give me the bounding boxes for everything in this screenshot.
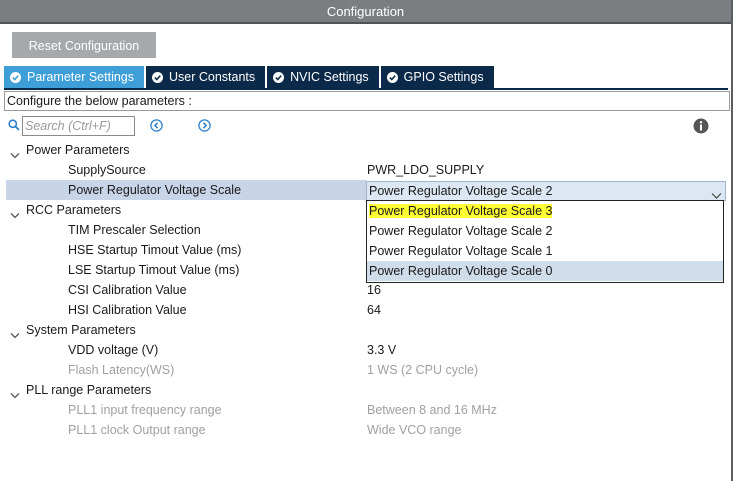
check-circle-icon (273, 71, 285, 83)
param-label: TIM Prescaler Selection (68, 223, 201, 237)
param-label: PLL1 clock Output range (68, 423, 206, 437)
group-label: RCC Parameters (26, 203, 122, 217)
param-row-vdd-voltage[interactable]: VDD voltage (V) 3.3 V (4, 340, 728, 360)
group-label: System Parameters (26, 323, 136, 337)
configure-hint: Configure the below parameters : (4, 91, 730, 111)
info-icon[interactable] (693, 118, 709, 137)
param-row-pll1-output: PLL1 clock Output range Wide VCO range (4, 420, 728, 440)
search-input[interactable] (22, 116, 135, 136)
param-label: LSE Startup Timout Value (ms) (68, 263, 240, 277)
tab-bar: Parameter Settings User Constants NVIC S… (4, 66, 496, 88)
param-label: HSE Startup Timout Value (ms) (68, 243, 242, 257)
voltage-scale-dropdown: Power Regulator Voltage Scale 3 Power Re… (366, 200, 724, 283)
select-value: Power Regulator Voltage Scale 2 (369, 184, 553, 198)
check-circle-icon (386, 71, 398, 83)
dropdown-option-scale-3[interactable]: Power Regulator Voltage Scale 3 (367, 201, 723, 221)
group-system-parameters[interactable]: System Parameters (4, 320, 728, 340)
tab-parameter-settings[interactable]: Parameter Settings (4, 66, 144, 88)
param-label: VDD voltage (V) (68, 343, 159, 357)
param-label: PLL1 input frequency range (68, 403, 222, 417)
param-value: 1 WS (2 CPU cycle) (367, 363, 479, 377)
group-label: PLL range Parameters (26, 383, 152, 397)
option-label: Power Regulator Voltage Scale 1 (369, 244, 553, 258)
param-label: CSI Calibration Value (68, 283, 187, 297)
param-label: Flash Latency(WS) (68, 363, 175, 377)
check-circle-icon (152, 71, 163, 83)
tab-underline (4, 88, 728, 90)
tab-label: NVIC Settings (290, 70, 369, 84)
param-row-hsi-calibration[interactable]: HSI Calibration Value 64 (4, 300, 728, 320)
next-result-icon[interactable] (198, 119, 211, 135)
dropdown-option-scale-2[interactable]: Power Regulator Voltage Scale 2 (367, 221, 723, 241)
tab-label: User Constants (169, 70, 256, 84)
param-label: Power Regulator Voltage Scale (68, 183, 242, 197)
option-label: Power Regulator Voltage Scale 0 (369, 264, 553, 278)
param-row-pll1-input: PLL1 input frequency range Between 8 and… (4, 400, 728, 420)
panel-border (731, 0, 733, 481)
param-row-flash-latency: Flash Latency(WS) 1 WS (2 CPU cycle) (4, 360, 728, 380)
tab-label: GPIO Settings (403, 70, 484, 84)
param-value: PWR_LDO_SUPPLY (367, 163, 485, 177)
tab-label: Parameter Settings (27, 70, 134, 84)
tab-gpio-settings[interactable]: GPIO Settings (380, 66, 494, 88)
param-value: Wide VCO range (367, 423, 462, 437)
title-divider (0, 22, 731, 24)
param-row-csi-calibration[interactable]: CSI Calibration Value 16 (4, 280, 728, 300)
previous-result-icon[interactable] (150, 119, 163, 135)
param-value: 3.3 V (367, 343, 397, 357)
dropdown-option-scale-0[interactable]: Power Regulator Voltage Scale 0 (367, 261, 723, 281)
option-label: Power Regulator Voltage Scale 3 (369, 204, 553, 218)
param-value: 16 (367, 283, 381, 297)
group-pll-range-parameters[interactable]: PLL range Parameters (4, 380, 728, 400)
search-icon (8, 119, 20, 134)
param-value: Between 8 and 16 MHz (367, 403, 497, 417)
voltage-scale-select[interactable]: Power Regulator Voltage Scale 2 (366, 181, 726, 201)
tab-user-constants[interactable]: User Constants (146, 66, 266, 88)
option-label: Power Regulator Voltage Scale 2 (369, 224, 553, 238)
reset-configuration-button[interactable]: Reset Configuration (12, 32, 156, 58)
param-label: HSI Calibration Value (68, 303, 187, 317)
param-row-supply-source[interactable]: SupplySource PWR_LDO_SUPPLY (4, 160, 728, 180)
check-circle-icon (10, 71, 21, 83)
group-label: Power Parameters (26, 143, 130, 157)
param-row-voltage-scale[interactable]: Power Regulator Voltage Scale (6, 180, 366, 200)
dropdown-option-scale-1[interactable]: Power Regulator Voltage Scale 1 (367, 241, 723, 261)
group-power-parameters[interactable]: Power Parameters (4, 140, 728, 160)
window-title: Configuration (0, 0, 731, 22)
param-label: SupplySource (68, 163, 146, 177)
param-value: 64 (367, 303, 381, 317)
tab-nvic-settings[interactable]: NVIC Settings (267, 66, 379, 88)
